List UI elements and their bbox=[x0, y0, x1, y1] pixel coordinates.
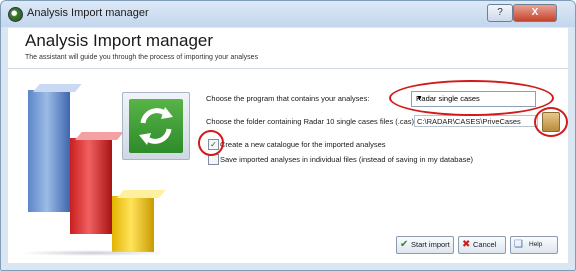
help-label: Help bbox=[529, 241, 543, 248]
sync-icon-frame bbox=[122, 92, 190, 160]
page-title: Analysis Import manager bbox=[25, 31, 214, 50]
program-label: Choose the program that contains your an… bbox=[206, 94, 370, 103]
close-button[interactable]: X bbox=[513, 4, 557, 22]
cross-icon: ✖ bbox=[462, 239, 471, 250]
help-button[interactable]: ❏ Help bbox=[510, 236, 558, 254]
cancel-label: Cancel bbox=[473, 240, 497, 249]
chart-bar-yellow-icon bbox=[112, 196, 154, 252]
chart-bar-yellow-top bbox=[117, 190, 166, 198]
sync-icon bbox=[129, 99, 183, 153]
chart-bar-red-top bbox=[75, 132, 124, 140]
annotation-circle-checkbox bbox=[198, 130, 224, 156]
create-catalogue-label: Create a new catalogue for the imported … bbox=[220, 140, 386, 149]
title-help-button[interactable]: ? bbox=[487, 4, 513, 22]
save-individual-label: Save imported analyses in individual fil… bbox=[220, 155, 474, 164]
page-subtitle: The assistant will guide you through the… bbox=[25, 54, 259, 61]
chart-bar-red-icon bbox=[70, 138, 112, 234]
chart-shadow bbox=[18, 250, 168, 256]
chart-bar-blue-top bbox=[33, 84, 82, 92]
cancel-button[interactable]: ✖ Cancel bbox=[458, 236, 506, 254]
folder-path-input[interactable]: C:\RADAR\CASES\PriveCases bbox=[414, 115, 538, 127]
window-title: Analysis Import manager bbox=[27, 7, 149, 19]
check-icon: ✔ bbox=[400, 239, 409, 250]
annotation-circle-browse bbox=[534, 107, 568, 137]
title-bar: Analysis Import manager ? X bbox=[1, 1, 575, 27]
start-import-label: Start import bbox=[411, 240, 450, 249]
chart-bar-blue-icon bbox=[28, 90, 70, 212]
start-import-button[interactable]: ✔ Start import bbox=[396, 236, 454, 254]
folder-label: Choose the folder containing Radar 10 si… bbox=[206, 117, 417, 126]
wizard-header: Analysis Import manager The assistant wi… bbox=[8, 28, 568, 69]
annotation-circle-program bbox=[389, 80, 554, 116]
app-icon bbox=[8, 7, 23, 22]
help-icon: ❏ bbox=[514, 239, 523, 250]
